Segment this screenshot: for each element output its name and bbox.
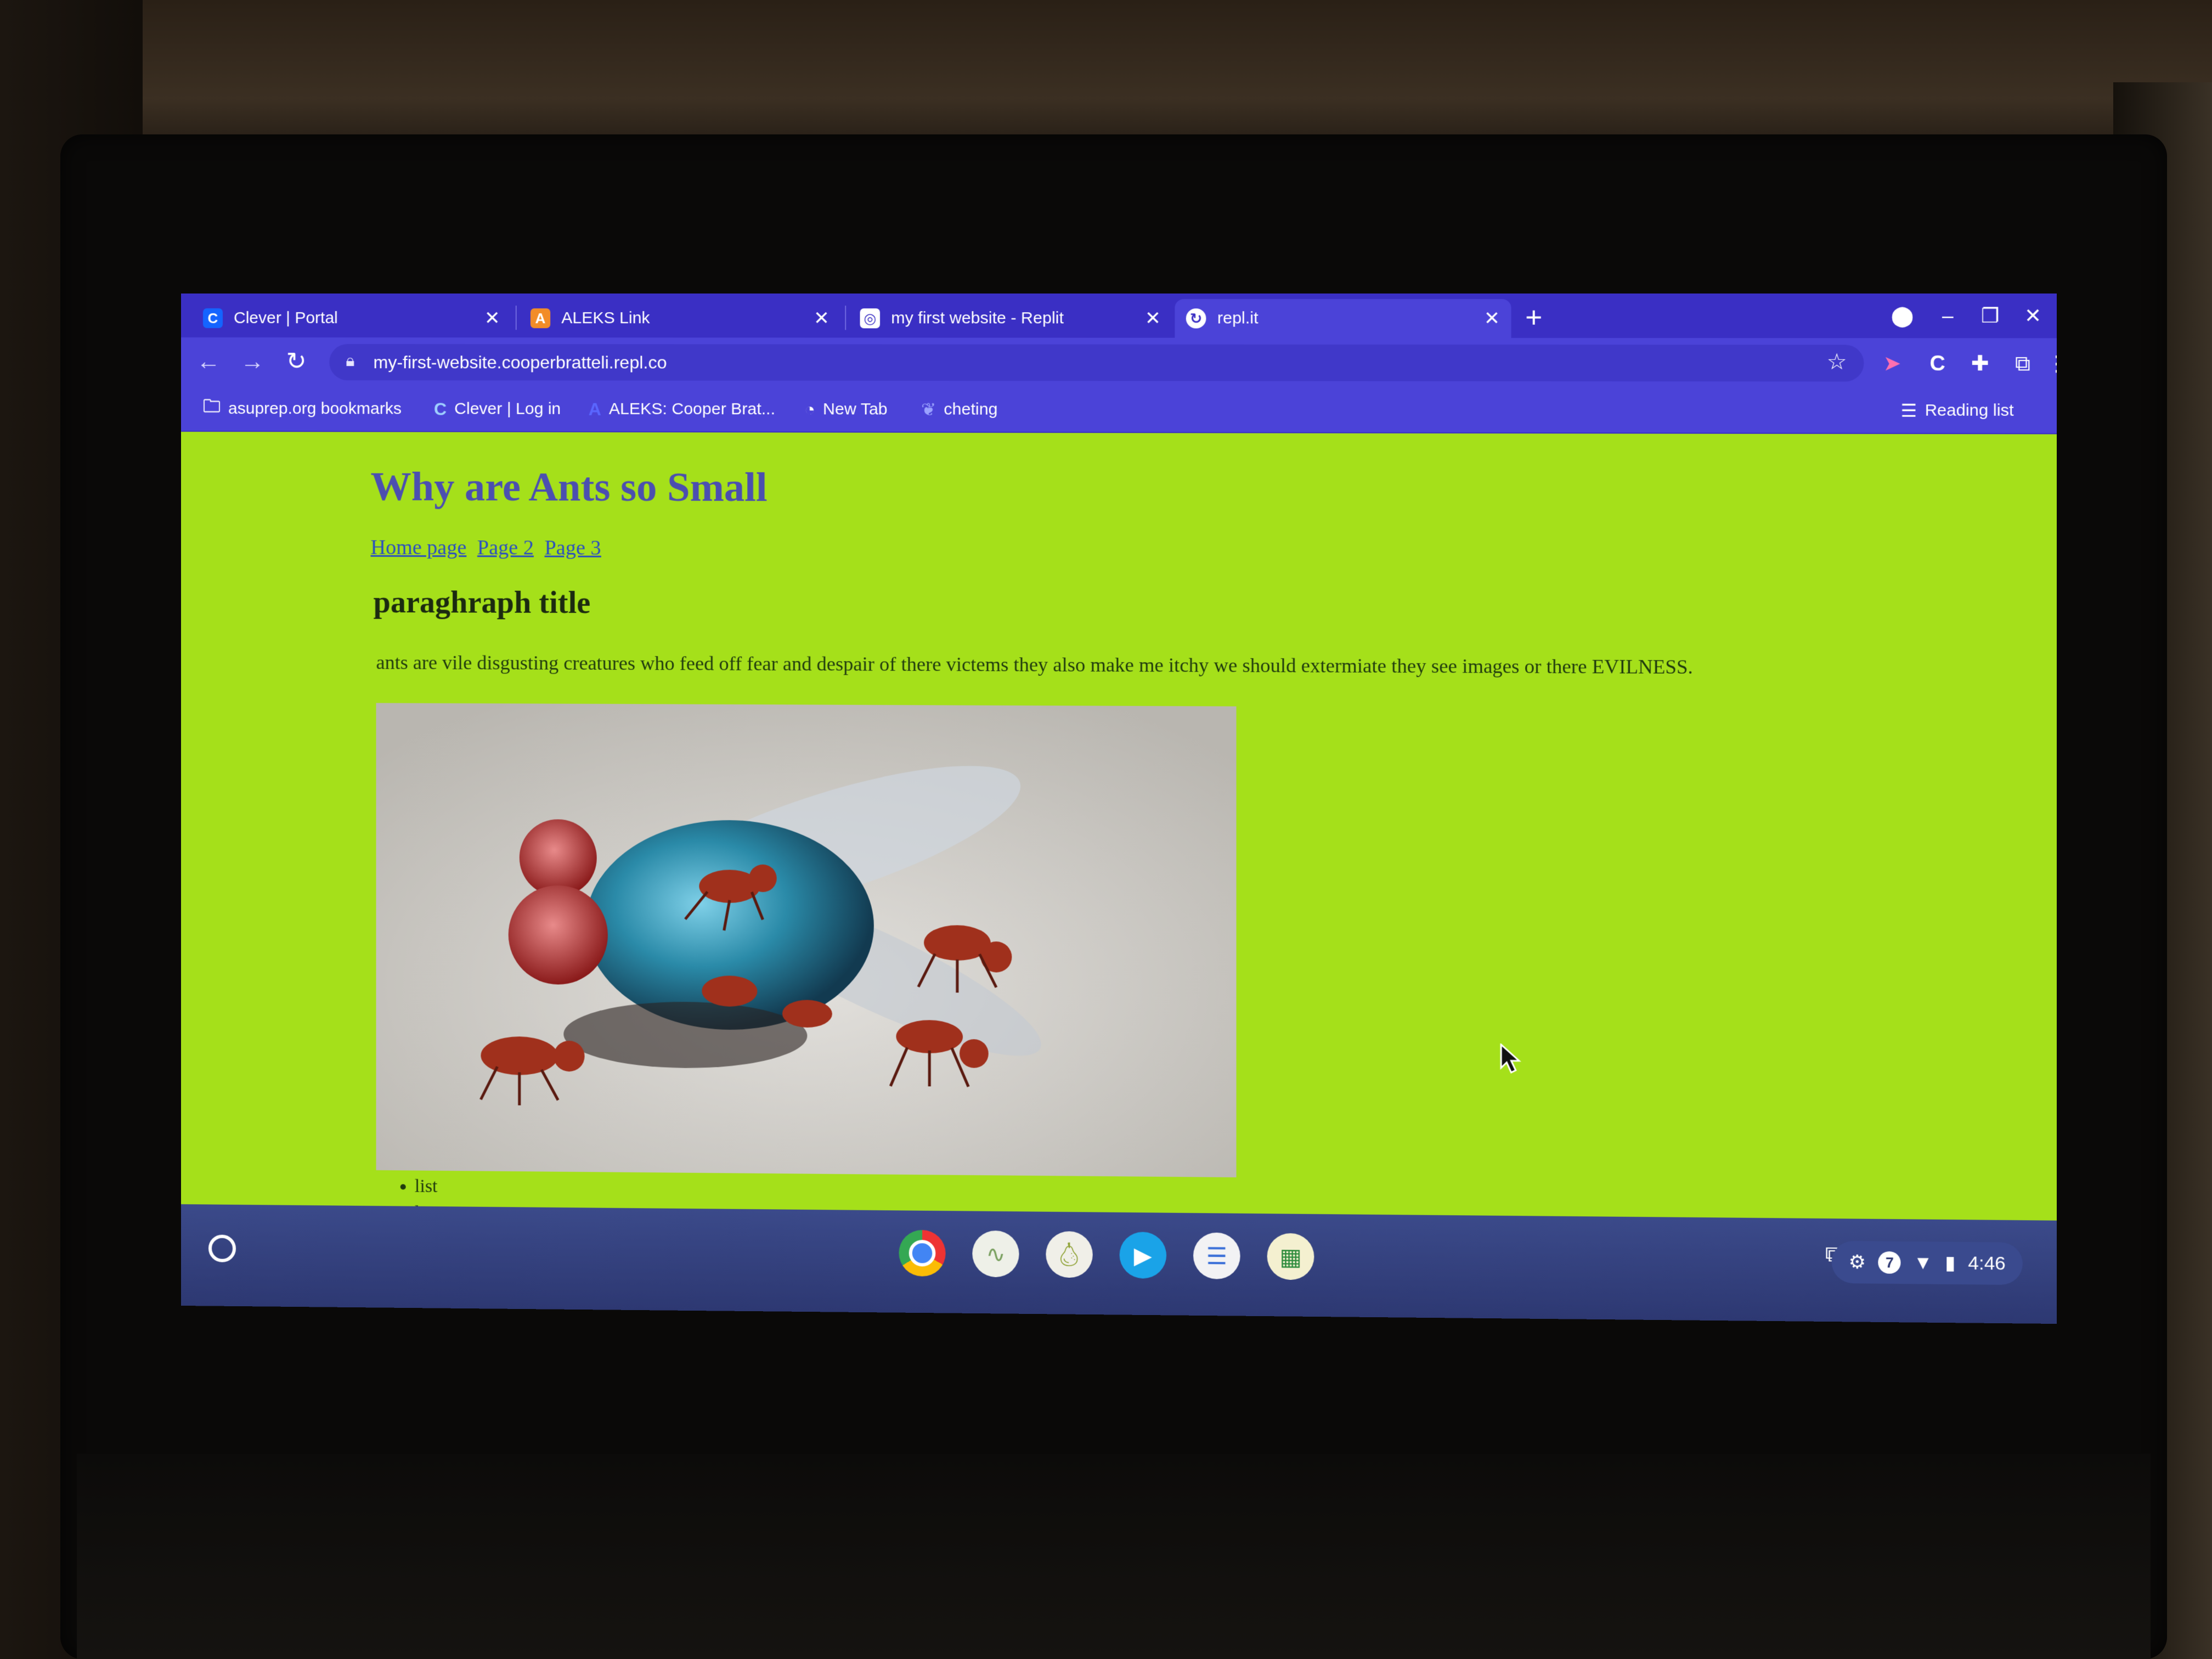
status-tray[interactable]: ⚙ 7 ▼ ▮ 4:46 bbox=[1831, 1240, 2023, 1285]
tab-title: ALEKS Link bbox=[561, 309, 650, 328]
nav-link-page-2[interactable]: Page 2 bbox=[477, 536, 534, 559]
loading-icon: ↻ bbox=[1186, 308, 1206, 329]
ants-photo-illustration bbox=[376, 703, 1237, 1178]
ants-on-fly-image bbox=[376, 703, 1237, 1178]
bookmark-aleks[interactable]: A ALEKS: Cooper Brat... bbox=[589, 394, 775, 425]
bookmark-clever-login[interactable]: C Clever | Log in bbox=[434, 393, 561, 424]
battery-icon: ▮ bbox=[1945, 1252, 1956, 1274]
tab-clever-portal[interactable]: C Clever | Portal ✕ bbox=[192, 299, 511, 337]
menu-kebab-icon[interactable]: ⋮ bbox=[2040, 347, 2057, 381]
reload-icon[interactable]: ↻ bbox=[280, 346, 313, 377]
close-icon[interactable]: ✕ bbox=[1484, 307, 1500, 330]
bookmark-label: cheting bbox=[944, 400, 998, 419]
close-icon[interactable]: ✕ bbox=[484, 307, 500, 329]
browser-toolbar: ← → ↻ 🔒︎ my-first-website.cooperbratteli… bbox=[181, 337, 2057, 389]
reading-list-label: Reading list bbox=[1925, 401, 2014, 420]
tab-aleks-link[interactable]: A ALEKS Link ✕ bbox=[520, 299, 840, 337]
bookmark-cheting[interactable]: ❦ cheting bbox=[921, 394, 998, 425]
extensions-puzzle-icon[interactable]: ✚ bbox=[1963, 347, 1997, 381]
extension-arrow-icon[interactable]: ➤ bbox=[1875, 347, 1909, 381]
laptop-screen: C Clever | Portal ✕ A ALEKS Link ✕ ◎ my … bbox=[181, 294, 2057, 1324]
bookmark-label: New Tab bbox=[823, 400, 888, 419]
notification-badge: 7 bbox=[1878, 1251, 1901, 1274]
reading-list-button[interactable]: ☰ Reading list bbox=[1901, 395, 2014, 426]
bookmark-label: Clever | Log in bbox=[454, 399, 561, 418]
newtab-icon: ◔ bbox=[804, 399, 815, 419]
cast-icon[interactable]: ⧉ bbox=[2006, 347, 2040, 381]
close-icon[interactable]: ✕ bbox=[814, 307, 830, 329]
bookmark-label: ALEKS: Cooper Brat... bbox=[609, 399, 776, 419]
tab-title: my first website - Replit bbox=[891, 309, 1064, 328]
profile-menu-icon[interactable]: ⬤ bbox=[1887, 301, 1918, 330]
lock-icon: 🔒︎ bbox=[346, 352, 355, 370]
list-item: list bbox=[415, 1173, 438, 1200]
launcher-icon[interactable] bbox=[208, 1234, 236, 1262]
url-text: my-first-website.cooperbratteli.repl.co bbox=[373, 352, 667, 373]
laptop-keyboard-area bbox=[77, 1454, 2151, 1659]
bookmark-star-icon[interactable]: ☆ bbox=[1827, 349, 1847, 375]
bookmark-asuprep[interactable]: 🗀 asuprep.org bookmarks bbox=[203, 393, 402, 424]
nav-link-page-3[interactable]: Page 3 bbox=[545, 537, 601, 560]
extension-c-icon[interactable]: C bbox=[1921, 347, 1955, 381]
close-icon[interactable]: ✕ bbox=[1145, 307, 1161, 329]
reading-list-icon: ☰ bbox=[1900, 400, 1917, 421]
close-window-icon[interactable]: ✕ bbox=[2017, 301, 2049, 330]
tab-replit-website[interactable]: ◎ my first website - Replit ✕ bbox=[849, 299, 1172, 338]
paragraph-text: ants are vile disgusting creatures who f… bbox=[376, 651, 1693, 678]
bookmark-label: asuprep.org bookmarks bbox=[228, 399, 402, 418]
settings-dot-icon: ⚙ bbox=[1848, 1251, 1866, 1273]
back-icon[interactable]: ← bbox=[192, 346, 225, 377]
aleks-icon: A bbox=[588, 399, 601, 419]
tab-title: Clever | Portal bbox=[234, 309, 338, 328]
aleks-icon: A bbox=[530, 308, 551, 329]
bookmark-new-tab[interactable]: ◔ New Tab bbox=[804, 394, 887, 425]
clever-icon: C bbox=[433, 398, 447, 419]
folder-icon: 🗀 bbox=[202, 396, 221, 416]
tab-divider bbox=[845, 306, 847, 330]
system-shelf: ∿ 🍐︎ ▶ ☰ ▦ ⧉ ⚙ 7 ▼ ▮ 4:46 bbox=[181, 1204, 2057, 1324]
bookmarks-bar: 🗀 asuprep.org bookmarks C Clever | Log i… bbox=[181, 387, 2057, 435]
tab-title: repl.it bbox=[1217, 309, 1259, 328]
meet-icon[interactable]: ▶ bbox=[1119, 1232, 1167, 1279]
page-title: Why are Ants so Small bbox=[370, 464, 768, 511]
forward-icon[interactable]: → bbox=[236, 346, 269, 377]
classroom-icon[interactable]: ▦ bbox=[1267, 1233, 1314, 1280]
tab-repl-it[interactable]: ↻ repl.it ✕ bbox=[1175, 299, 1511, 338]
chrome-icon[interactable] bbox=[899, 1229, 946, 1277]
wave-icon[interactable]: ∿ bbox=[972, 1230, 1019, 1278]
wifi-icon: ▼ bbox=[1913, 1251, 1933, 1273]
tab-divider bbox=[515, 306, 517, 330]
docs-icon[interactable]: ☰ bbox=[1193, 1232, 1240, 1279]
page-content: Why are Ants so Small Home page Page 2 P… bbox=[181, 431, 2057, 1250]
replit-icon: ◎ bbox=[860, 308, 881, 329]
page-nav: Home page Page 2 Page 3 bbox=[371, 535, 607, 560]
restore-icon[interactable]: ❐ bbox=[1974, 301, 2006, 330]
address-bar[interactable]: 🔒︎ my-first-website.cooperbratteli.repl.… bbox=[329, 344, 1864, 382]
paragraph-title: paraghraph title bbox=[373, 585, 591, 620]
pear-icon[interactable]: 🍐︎ bbox=[1046, 1231, 1093, 1278]
tab-strip: C Clever | Portal ✕ A ALEKS Link ✕ ◎ my … bbox=[181, 294, 2057, 338]
nav-link-home[interactable]: Home page bbox=[371, 536, 467, 560]
clever-icon: C bbox=[202, 308, 223, 329]
new-tab-button[interactable]: + bbox=[1525, 301, 1542, 335]
clock: 4:46 bbox=[1968, 1252, 2006, 1274]
bookmark-icon: ❦ bbox=[921, 399, 936, 420]
minimize-icon[interactable]: – bbox=[1932, 301, 1963, 330]
mouse-cursor-icon bbox=[1500, 1043, 1522, 1075]
